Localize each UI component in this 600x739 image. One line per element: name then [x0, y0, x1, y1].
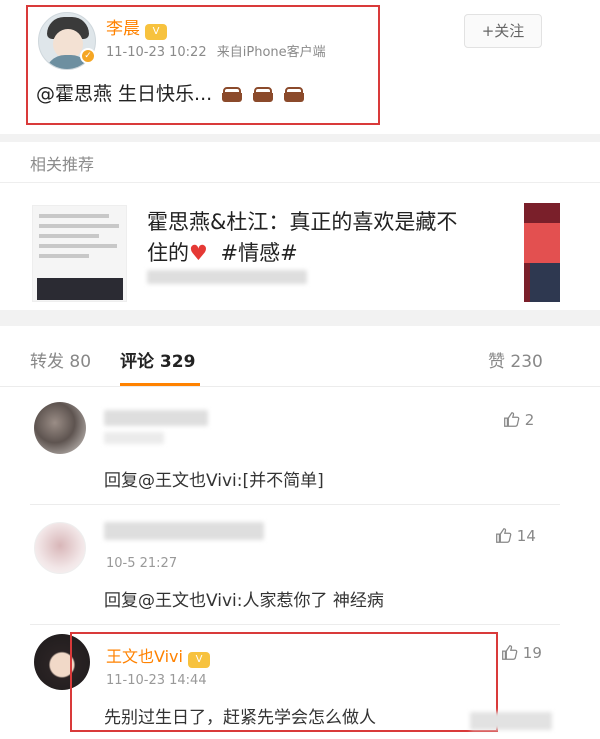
related-title-line2a: 住的 [147, 241, 189, 265]
thumbs-up-icon [504, 412, 520, 427]
tab-likes[interactable]: 赞 230 [488, 347, 543, 372]
related-title-line1: 霍思燕&杜江：真正的喜欢是藏不 [147, 210, 458, 234]
divider [0, 182, 600, 183]
follow-button[interactable]: +关注 [464, 14, 542, 48]
comment-time: 10-5 21:27 [106, 556, 178, 571]
like-count: 2 [524, 411, 535, 429]
related-section-title: 相关推荐 [30, 155, 95, 174]
thumbs-up-icon [496, 528, 512, 543]
like-button[interactable]: 14 [494, 526, 536, 545]
related-hashtag[interactable]: #情感# [221, 241, 298, 265]
divider [30, 624, 560, 625]
heart-icon: ♥ [189, 241, 208, 265]
related-article-title[interactable]: 霍思燕&杜江：真正的喜欢是藏不 住的♥ #情感# [147, 207, 477, 269]
comment-text: 回复@王文也Vivi:[并不简单] [104, 471, 324, 491]
like-count: 19 [522, 644, 542, 662]
section-separator [0, 310, 600, 326]
tab-repost[interactable]: 转发 80 [30, 347, 91, 372]
divider [0, 386, 600, 387]
blurred-watermark [470, 712, 552, 730]
section-separator [0, 134, 600, 142]
related-thumbnail-right[interactable] [524, 203, 560, 302]
highlight-box [26, 5, 380, 125]
highlight-box [70, 632, 498, 732]
like-button[interactable]: 19 [500, 643, 542, 662]
blurred-username [104, 410, 208, 426]
related-thumbnail-left[interactable] [32, 205, 127, 302]
tab-comments[interactable]: 评论 329 [120, 347, 195, 372]
commenter-avatar[interactable] [34, 402, 86, 454]
divider [30, 504, 560, 505]
thumbs-up-icon [502, 645, 518, 660]
commenter-avatar[interactable] [34, 522, 86, 574]
blurred-meta [147, 270, 307, 284]
like-count: 14 [516, 527, 536, 545]
blurred-time [104, 432, 164, 444]
like-button[interactable]: 2 [502, 410, 534, 429]
comment-text: 回复@王文也Vivi:人家惹你了 神经病 [104, 591, 384, 611]
blurred-username [104, 522, 264, 540]
